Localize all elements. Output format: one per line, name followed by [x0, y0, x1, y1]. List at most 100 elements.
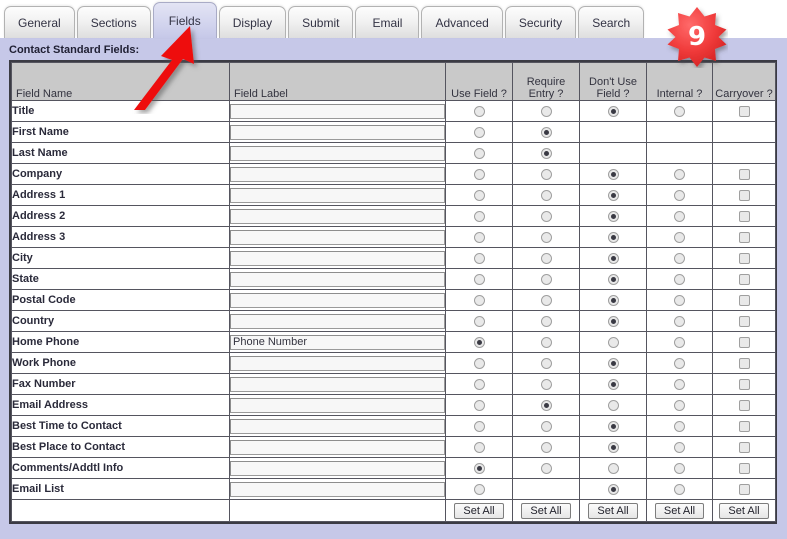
carryover-checkbox[interactable] — [738, 210, 750, 222]
dont-use-field-radio[interactable] — [607, 357, 619, 369]
carryover-checkbox[interactable] — [738, 105, 750, 117]
internal-radio[interactable] — [674, 315, 685, 327]
set-all-button-require-entry[interactable]: Set All — [521, 502, 571, 519]
use-field-radio[interactable] — [473, 357, 485, 369]
set-all-button-carryover[interactable]: Set All — [719, 502, 769, 519]
dont-use-field-radio[interactable] — [607, 105, 619, 117]
internal-radio[interactable] — [674, 399, 685, 411]
require-entry-radio[interactable] — [540, 399, 552, 411]
carryover-checkbox[interactable] — [738, 483, 750, 495]
tab-email[interactable]: Email — [355, 6, 420, 38]
dont-use-field-radio[interactable] — [607, 420, 619, 432]
internal-radio[interactable] — [674, 273, 685, 285]
internal-radio[interactable] — [674, 357, 685, 369]
require-entry-radio[interactable] — [540, 378, 552, 390]
field-label-input[interactable] — [230, 439, 445, 455]
field-label-input[interactable] — [230, 166, 445, 182]
set-all-button-use-field[interactable]: Set All — [454, 502, 504, 519]
require-entry-radio[interactable] — [540, 441, 552, 453]
require-entry-radio[interactable] — [540, 420, 552, 432]
field-label-input[interactable] — [230, 271, 445, 287]
internal-radio[interactable] — [674, 105, 685, 117]
internal-radio[interactable] — [674, 378, 685, 390]
use-field-radio[interactable] — [473, 273, 485, 285]
dont-use-field-radio[interactable] — [607, 441, 619, 453]
require-entry-radio[interactable] — [540, 357, 552, 369]
use-field-radio[interactable] — [473, 378, 485, 390]
internal-radio[interactable] — [674, 231, 685, 243]
field-label-input[interactable] — [230, 145, 445, 161]
carryover-checkbox[interactable] — [738, 462, 750, 474]
dont-use-field-radio[interactable] — [607, 336, 619, 348]
require-entry-radio[interactable] — [540, 105, 552, 117]
dont-use-field-radio[interactable] — [607, 252, 619, 264]
use-field-radio[interactable] — [473, 168, 485, 180]
tab-submit[interactable]: Submit — [288, 6, 354, 38]
field-label-input[interactable] — [230, 376, 445, 392]
use-field-radio[interactable] — [473, 147, 485, 159]
tab-sections[interactable]: Sections — [76, 6, 151, 38]
use-field-radio[interactable] — [473, 315, 485, 327]
require-entry-radio[interactable] — [540, 231, 552, 243]
internal-radio[interactable] — [674, 189, 685, 201]
use-field-radio[interactable] — [473, 462, 485, 474]
dont-use-field-radio[interactable] — [607, 378, 619, 390]
carryover-checkbox[interactable] — [738, 336, 750, 348]
carryover-checkbox[interactable] — [738, 189, 750, 201]
carryover-checkbox[interactable] — [738, 252, 750, 264]
field-label-input[interactable] — [230, 103, 445, 119]
field-label-input[interactable] — [230, 481, 445, 497]
dont-use-field-radio[interactable] — [607, 483, 619, 495]
use-field-radio[interactable] — [473, 294, 485, 306]
carryover-checkbox[interactable] — [738, 441, 750, 453]
use-field-radio[interactable] — [473, 105, 485, 117]
dont-use-field-radio[interactable] — [607, 231, 619, 243]
tab-fields[interactable]: Fields — [152, 2, 217, 38]
carryover-checkbox[interactable] — [738, 357, 750, 369]
carryover-checkbox[interactable] — [738, 399, 750, 411]
internal-radio[interactable] — [674, 210, 685, 222]
field-label-input[interactable] — [230, 292, 445, 308]
carryover-checkbox[interactable] — [738, 294, 750, 306]
require-entry-radio[interactable] — [540, 189, 552, 201]
tab-advanced[interactable]: Advanced — [421, 6, 503, 38]
require-entry-radio[interactable] — [540, 210, 552, 222]
use-field-radio[interactable] — [473, 336, 485, 348]
field-label-input[interactable] — [230, 355, 445, 371]
internal-radio[interactable] — [674, 336, 685, 348]
require-entry-radio[interactable] — [540, 336, 552, 348]
tab-security[interactable]: Security — [504, 6, 577, 38]
require-entry-radio[interactable] — [540, 315, 552, 327]
set-all-button-dont-use-field[interactable]: Set All — [588, 502, 638, 519]
dont-use-field-radio[interactable] — [607, 168, 619, 180]
dont-use-field-radio[interactable] — [607, 273, 619, 285]
require-entry-radio[interactable] — [540, 294, 552, 306]
carryover-checkbox[interactable] — [738, 378, 750, 390]
set-all-button-internal[interactable]: Set All — [654, 502, 705, 519]
internal-radio[interactable] — [674, 462, 685, 474]
carryover-checkbox[interactable] — [738, 168, 750, 180]
dont-use-field-radio[interactable] — [607, 189, 619, 201]
carryover-checkbox[interactable] — [738, 315, 750, 327]
require-entry-radio[interactable] — [540, 168, 552, 180]
field-label-input[interactable] — [230, 460, 445, 476]
require-entry-radio[interactable] — [540, 147, 552, 159]
require-entry-radio[interactable] — [540, 273, 552, 285]
field-label-input[interactable] — [230, 313, 445, 329]
require-entry-radio[interactable] — [540, 126, 552, 138]
dont-use-field-radio[interactable] — [607, 294, 619, 306]
dont-use-field-radio[interactable] — [607, 399, 619, 411]
field-label-input[interactable] — [230, 187, 445, 203]
dont-use-field-radio[interactable] — [607, 315, 619, 327]
use-field-radio[interactable] — [473, 420, 485, 432]
internal-radio[interactable] — [674, 168, 685, 180]
dont-use-field-radio[interactable] — [607, 462, 619, 474]
field-label-input[interactable] — [230, 208, 445, 224]
field-label-input[interactable] — [230, 124, 445, 140]
internal-radio[interactable] — [674, 420, 685, 432]
require-entry-radio[interactable] — [540, 462, 552, 474]
use-field-radio[interactable] — [473, 252, 485, 264]
carryover-checkbox[interactable] — [738, 273, 750, 285]
use-field-radio[interactable] — [473, 441, 485, 453]
tab-general[interactable]: General — [4, 6, 75, 38]
